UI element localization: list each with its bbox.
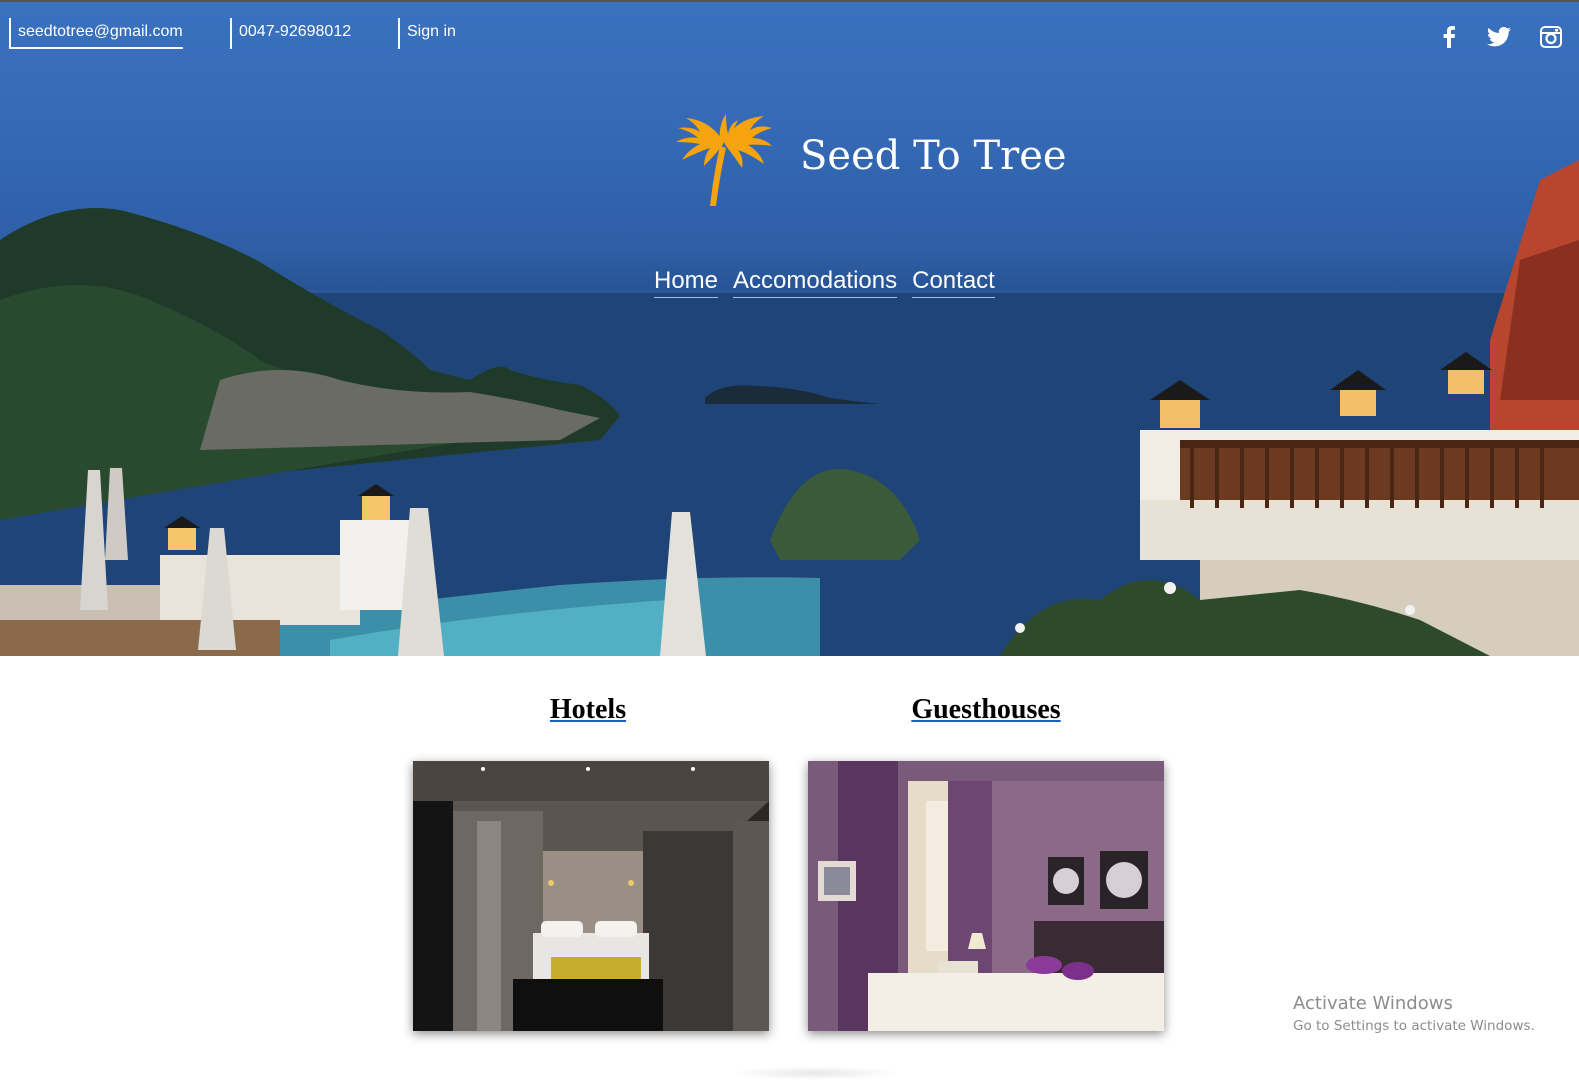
nav-contact[interactable]: Contact — [912, 265, 995, 298]
hotels-heading-link[interactable]: Hotels — [410, 694, 766, 726]
guesthouses-image[interactable] — [808, 761, 1164, 1031]
windows-activation-watermark: Activate Windows Go to Settings to activ… — [1293, 992, 1535, 1036]
bottom-decoration — [730, 1066, 900, 1080]
nav-accomodations[interactable]: Accomodations — [733, 265, 898, 298]
main-nav: Home Accomodations Contact — [654, 265, 995, 298]
instagram-icon[interactable] — [1538, 24, 1564, 50]
hero-background-image — [0, 160, 1579, 656]
email-link[interactable]: seedtotree@gmail.com — [9, 18, 183, 49]
watermark-subtitle: Go to Settings to activate Windows. — [1293, 1018, 1535, 1034]
palm-tree-icon — [674, 112, 774, 213]
hero-banner: seedtotree@gmail.com 0047-92698012 Sign … — [0, 0, 1579, 656]
twitter-icon[interactable] — [1486, 24, 1512, 50]
facebook-icon[interactable] — [1436, 24, 1462, 50]
phone-number: 0047-92698012 — [230, 18, 351, 49]
site-title: Seed To Tree — [800, 133, 1067, 179]
guesthouses-heading-link[interactable]: Guesthouses — [808, 694, 1164, 726]
hotels-image[interactable] — [413, 761, 769, 1031]
sign-in-link[interactable]: Sign in — [398, 18, 456, 49]
watermark-title: Activate Windows — [1293, 993, 1453, 1014]
nav-home[interactable]: Home — [654, 265, 719, 298]
top-divider — [0, 0, 1579, 2]
